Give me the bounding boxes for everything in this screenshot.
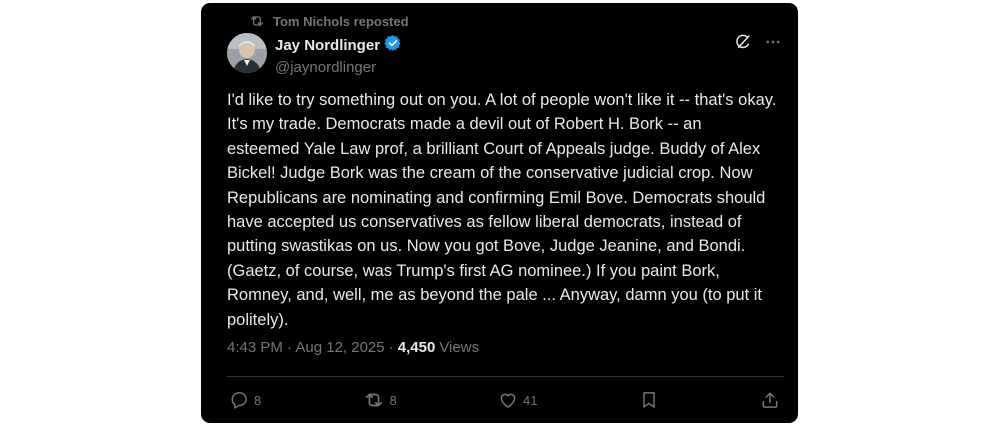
share-button[interactable] [760, 390, 780, 410]
avatar[interactable] [227, 33, 267, 73]
views-count: 4,450 [397, 339, 436, 356]
reply-count: 8 [254, 392, 262, 408]
tweet-text: I'd like to try something out on you. A … [227, 91, 777, 329]
repost-indicator[interactable]: Tom Nichols reposted [249, 13, 409, 29]
repost-button[interactable]: 8 [363, 389, 397, 411]
reply-icon [229, 390, 249, 410]
divider [227, 376, 784, 377]
bookmark-icon [639, 390, 659, 410]
user-handle[interactable]: @jaynordlinger [275, 59, 402, 76]
views-label: Views [439, 339, 480, 356]
repost-text: Tom Nichols reposted [273, 13, 409, 29]
bookmark-button[interactable] [639, 390, 659, 410]
tweet-card[interactable]: Tom Nichols reposted Jay Nordlinger @jay… [201, 3, 798, 423]
repost-count: 8 [389, 392, 397, 408]
repost-icon [249, 13, 265, 29]
header-actions [734, 33, 782, 51]
action-bar: 8 8 41 [229, 388, 780, 412]
display-name[interactable]: Jay Nordlinger [275, 37, 380, 54]
user-info: Jay Nordlinger @jaynordlinger [275, 34, 402, 76]
repost-icon [363, 389, 385, 411]
heart-icon [498, 390, 518, 410]
verified-badge-icon [384, 34, 402, 57]
grok-icon[interactable] [734, 33, 752, 51]
reply-button[interactable]: 8 [229, 390, 261, 410]
share-icon [760, 390, 780, 410]
tweet-meta: 4:43 PM · Aug 12, 2025 · 4,450 Views [227, 339, 479, 356]
more-icon[interactable] [764, 33, 782, 51]
like-count: 41 [523, 392, 538, 408]
like-button[interactable]: 41 [498, 390, 537, 410]
timestamp[interactable]: 4:43 PM · Aug 12, 2025 · [227, 339, 394, 356]
